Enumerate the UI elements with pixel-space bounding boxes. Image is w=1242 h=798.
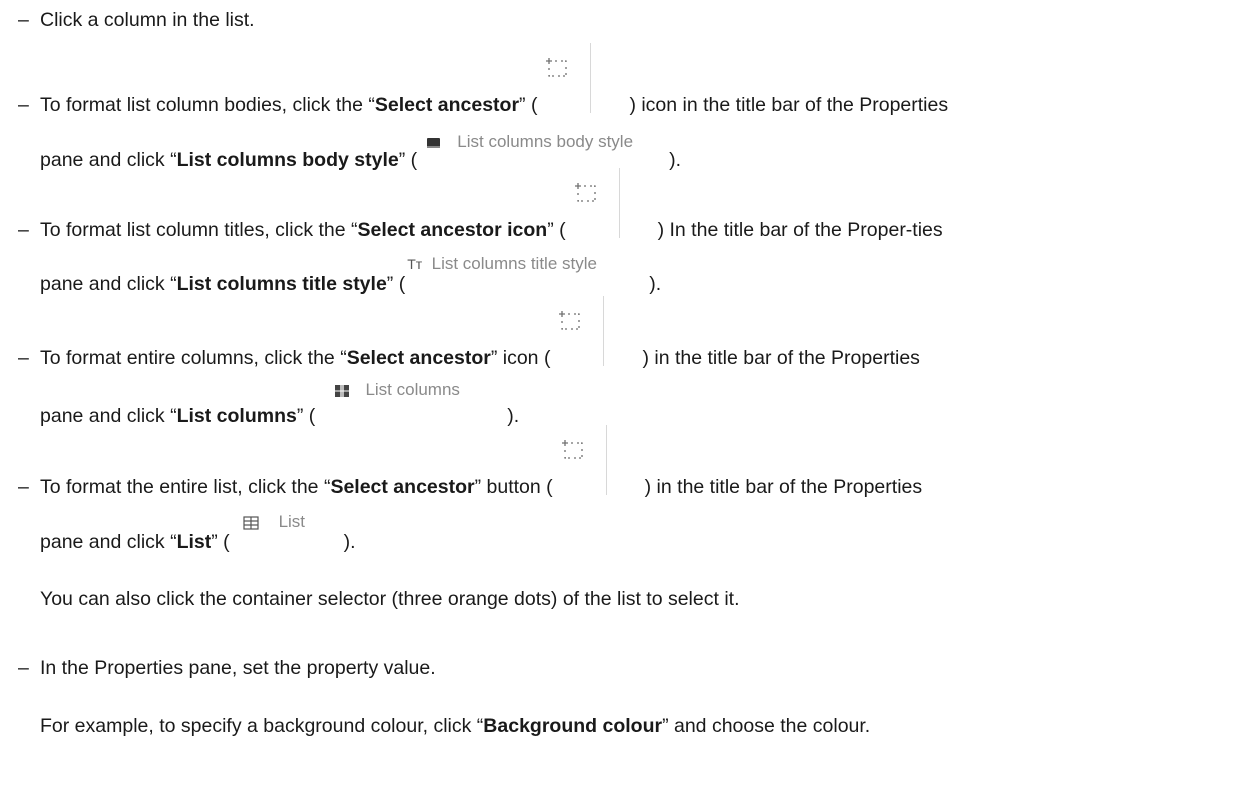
bullet-dash: – [18,476,29,498]
columns-grid-icon [335,384,350,397]
note-container-selector: You can also click the container selecto… [40,588,740,610]
step-click-column: – Click a column in the list. [18,9,255,31]
list-option: List [230,512,344,554]
select-ancestor-icon [553,425,645,499]
select-ancestor-icon [537,43,629,117]
list-columns-body-style-option: List columns body style [417,132,669,172]
example-background-colour: For example, to specify a background col… [40,715,871,737]
step-format-bodies-cont: pane and click “List columns body style”… [40,132,682,172]
step-format-list: – To format the entire list, click the “S… [18,425,1228,499]
bullet-dash: – [18,9,29,31]
step-set-property: – In the Properties pane, set the propert… [18,657,436,679]
table-icon [243,515,259,530]
step-format-columns-cont: pane and click “List columns” ( List col… [40,380,520,428]
bullet-dash: – [18,347,29,369]
step-format-list-cont: pane and click “List” ( List). [40,512,356,554]
step-format-titles-cont: pane and click “List columns title style… [40,254,662,295]
select-ancestor-icon [566,168,658,242]
text-style-icon: Tт [407,256,423,272]
select-ancestor-icon [550,296,642,370]
bullet-dash: – [18,94,29,116]
filled-rect-icon [427,137,441,148]
step-format-titles: – To format list column titles, click the… [18,168,1228,242]
bullet-dash: – [18,219,29,241]
list-columns-title-style-option: Tт List columns title style [407,254,597,273]
list-columns-option: List columns [315,380,507,428]
step-format-bodies: – To format list column bodies, click the… [18,43,1228,117]
bullet-dash: – [18,657,29,679]
step-format-columns: – To format entire columns, click the “Se… [18,296,1228,370]
